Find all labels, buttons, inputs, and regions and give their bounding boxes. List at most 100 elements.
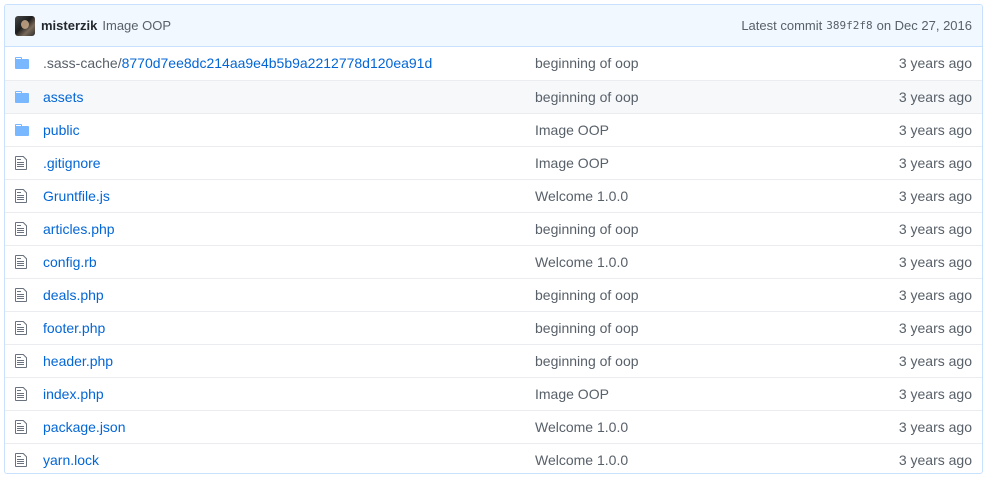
file-row: index.php Image OOP 3 years ago: [5, 377, 982, 410]
file-name-prefix: .sass-cache/: [43, 55, 122, 72]
age-cell: 3 years ago: [822, 179, 982, 212]
file-name-cell: header.php: [43, 344, 535, 377]
file-name-cell: public: [43, 113, 535, 146]
latest-commit-label: Latest commit: [741, 18, 823, 33]
row-commit-message-link[interactable]: Image OOP: [535, 155, 609, 171]
file-name-link[interactable]: header.php: [43, 353, 113, 369]
file-icon: [15, 353, 43, 369]
file-name: config.rb: [43, 253, 97, 270]
commit-message-cell: beginning of oop: [535, 344, 822, 377]
file-name-link[interactable]: .gitignore: [43, 155, 101, 171]
file-row: header.php beginning of oop 3 years ago: [5, 344, 982, 377]
commit-age: 3 years ago: [898, 451, 972, 468]
age-cell: 3 years ago: [822, 344, 982, 377]
row-commit-message-link[interactable]: Welcome 1.0.0: [535, 188, 628, 204]
file-name-link[interactable]: footer.php: [43, 320, 105, 336]
commit-age: 3 years ago: [898, 121, 972, 138]
row-commit-message-link[interactable]: beginning of oop: [535, 55, 639, 71]
age-cell: 3 years ago: [822, 212, 982, 245]
icon-cell: [5, 311, 43, 344]
commit-age: 3 years ago: [898, 154, 972, 171]
file-icon: [15, 419, 43, 435]
commit-age: 3 years ago: [898, 385, 972, 402]
file-name-cell: deals.php: [43, 278, 535, 311]
folder-icon: [15, 89, 43, 105]
directory-row: .sass-cache/8770d7ee8dc214aa9e4b5b9a2212…: [5, 47, 982, 80]
age-cell: 3 years ago: [822, 377, 982, 410]
folder-icon: [15, 122, 43, 138]
directory-row: public Image OOP 3 years ago: [5, 113, 982, 146]
file-icon: [15, 287, 43, 303]
commit-age: 3 years ago: [898, 319, 972, 336]
avatar[interactable]: [15, 15, 35, 36]
row-commit-message-link[interactable]: beginning of oop: [535, 287, 639, 303]
commit-message-cell: beginning of oop: [535, 311, 822, 344]
commit-age: 3 years ago: [898, 187, 972, 204]
commit-message-cell: beginning of oop: [535, 47, 822, 80]
row-commit-message-link[interactable]: Image OOP: [535, 122, 609, 138]
commit-age: 3 years ago: [898, 418, 972, 435]
file-name-cell: assets: [43, 80, 535, 113]
file-name: yarn.lock: [43, 451, 100, 468]
file-name-link[interactable]: .sass-cache/8770d7ee8dc214aa9e4b5b9a2212…: [43, 55, 432, 71]
file-icon: [15, 320, 43, 336]
file-name-link[interactable]: deals.php: [43, 287, 104, 303]
file-name-cell: articles.php: [43, 212, 535, 245]
commit-sha-link[interactable]: 389f2f8: [826, 19, 872, 32]
row-commit-message-link[interactable]: Welcome 1.0.0: [535, 452, 628, 468]
file-name-link[interactable]: assets: [43, 89, 83, 105]
file-row: config.rb Welcome 1.0.0 3 years ago: [5, 245, 982, 278]
file-name-link[interactable]: index.php: [43, 386, 104, 402]
commit-age: 3 years ago: [898, 352, 972, 369]
commit-age: 3 years ago: [898, 286, 972, 303]
file-name-cell: .sass-cache/8770d7ee8dc214aa9e4b5b9a2212…: [43, 47, 535, 80]
file-icon: [15, 386, 43, 402]
file-icon: [15, 188, 43, 204]
icon-cell: [5, 47, 43, 80]
commit-message-link[interactable]: Image OOP: [102, 18, 171, 33]
age-cell: 3 years ago: [822, 146, 982, 179]
icon-cell: [5, 377, 43, 410]
file-name-link[interactable]: public: [43, 122, 80, 138]
row-commit-message-link[interactable]: beginning of oop: [535, 353, 639, 369]
file-name-cell: yarn.lock: [43, 443, 535, 473]
commit-message-cell: Image OOP: [535, 113, 822, 146]
age-cell: 3 years ago: [822, 47, 982, 80]
icon-cell: [5, 443, 43, 473]
file-name-cell: Gruntfile.js: [43, 179, 535, 212]
row-commit-message-link[interactable]: Welcome 1.0.0: [535, 254, 628, 270]
commit-age: 3 years ago: [898, 88, 972, 105]
file-name-link[interactable]: articles.php: [43, 221, 115, 237]
commit-message-cell: beginning of oop: [535, 80, 822, 113]
age-cell: 3 years ago: [822, 410, 982, 443]
row-commit-message-link[interactable]: beginning of oop: [535, 89, 639, 105]
row-commit-message-link[interactable]: Welcome 1.0.0: [535, 419, 628, 435]
file-row: package.json Welcome 1.0.0 3 years ago: [5, 410, 982, 443]
file-name-link[interactable]: yarn.lock: [43, 452, 99, 468]
icon-cell: [5, 344, 43, 377]
file-row: footer.php beginning of oop 3 years ago: [5, 311, 982, 344]
age-cell: 3 years ago: [822, 80, 982, 113]
age-cell: 3 years ago: [822, 278, 982, 311]
latest-commit-bar: misterzik Image OOP Latest commit 389f2f…: [5, 5, 982, 47]
row-commit-message-link[interactable]: beginning of oop: [535, 221, 639, 237]
file-name: public: [43, 121, 80, 138]
file-icon: [15, 155, 43, 171]
folder-icon: [15, 55, 43, 71]
row-commit-message-link[interactable]: Image OOP: [535, 386, 609, 402]
file-name-link[interactable]: config.rb: [43, 254, 97, 270]
file-name-link[interactable]: package.json: [43, 419, 126, 435]
commit-message-cell: beginning of oop: [535, 212, 822, 245]
file-name: .gitignore: [43, 154, 101, 171]
commit-age: 3 years ago: [898, 253, 972, 270]
age-cell: 3 years ago: [822, 113, 982, 146]
commit-message-cell: Welcome 1.0.0: [535, 410, 822, 443]
file-name: header.php: [43, 352, 114, 369]
row-commit-message-link[interactable]: beginning of oop: [535, 320, 639, 336]
commit-author-link[interactable]: misterzik: [41, 18, 97, 33]
commit-message-cell: Welcome 1.0.0: [535, 179, 822, 212]
icon-cell: [5, 278, 43, 311]
commit-message-cell: Welcome 1.0.0: [535, 245, 822, 278]
file-name-link[interactable]: Gruntfile.js: [43, 188, 110, 204]
file-name: 8770d7ee8dc214aa9e4b5b9a2212778d120ea91d: [121, 55, 433, 72]
